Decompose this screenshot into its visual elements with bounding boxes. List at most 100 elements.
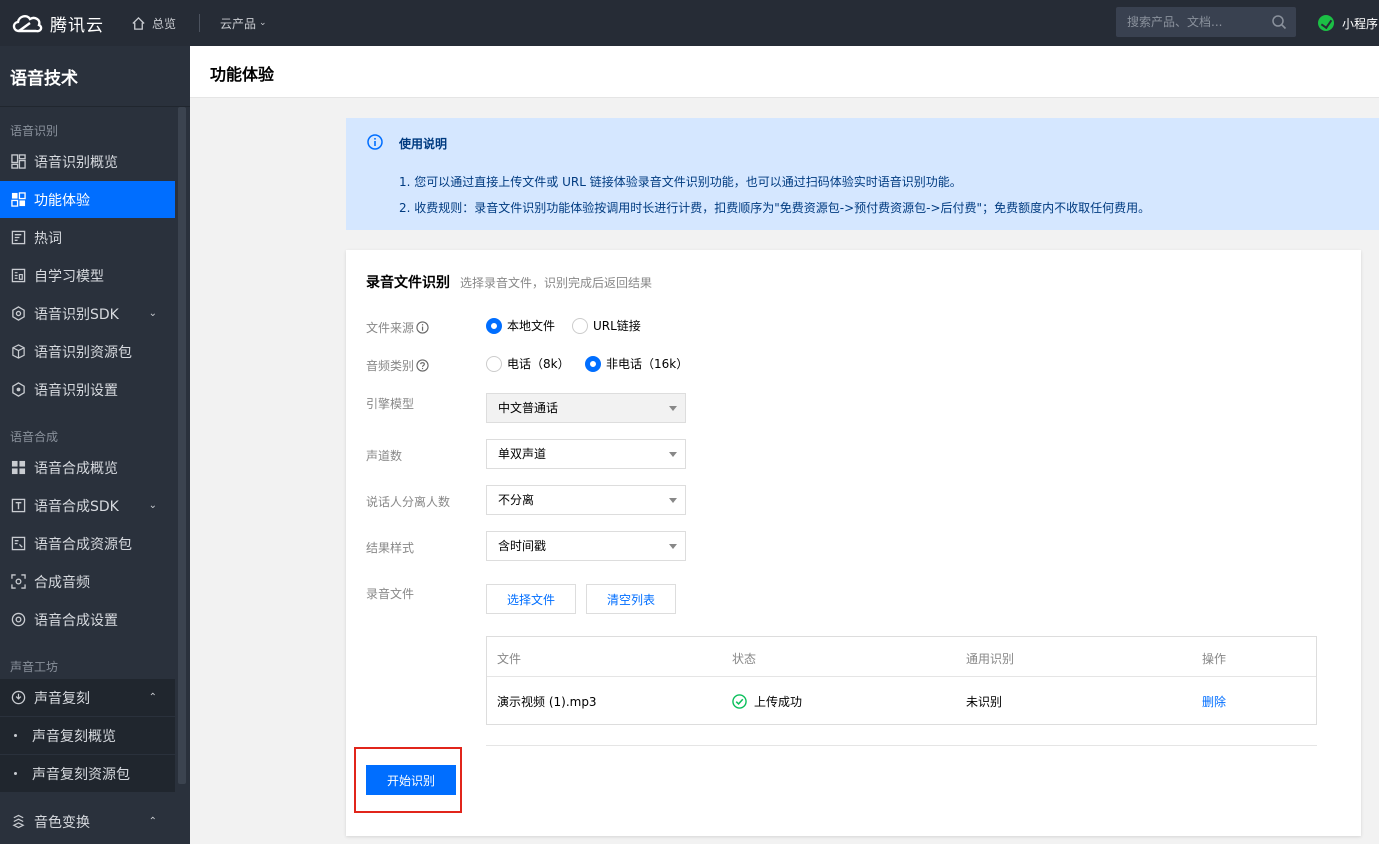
hotword-icon — [10, 230, 26, 246]
radio-phone-8k[interactable]: 电话（8k） — [486, 355, 570, 372]
engine-label: 引擎模型 — [366, 397, 415, 411]
audio-type-label-text: 音频类别 — [366, 359, 415, 373]
nav-products-label: 云产品 — [220, 16, 257, 31]
column-header: 文件 — [497, 652, 522, 666]
notice-line: 2. 收费规则：录音文件识别功能体验按调用时长进行计费，扣费顺序为"免费资源包-… — [399, 201, 1151, 215]
text-sdk-icon — [10, 498, 26, 514]
info-icon[interactable] — [416, 321, 429, 334]
help-icon[interactable] — [416, 359, 429, 372]
choose-file-button[interactable]: 选择文件 — [486, 584, 576, 614]
caret-down-icon — [669, 406, 677, 411]
file-recognition-card: 录音文件识别 选择录音文件，识别完成后返回结果 文件来源 本地文件 URL链接 … — [346, 250, 1361, 836]
sidebar-item-voice-clone-package[interactable]: 声音复刻资源包 — [0, 755, 175, 792]
notice-title: 使用说明 — [399, 137, 448, 151]
sidebar-item-tts-sdk[interactable]: 语音合成SDK ⌄ — [0, 487, 175, 524]
chevron-up-icon: ⌃ — [148, 816, 157, 827]
sidebar-item-label: 合成音频 — [34, 574, 90, 591]
delete-link[interactable]: 删除 — [1202, 693, 1226, 710]
engine-select-value: 中文普通话 — [498, 401, 559, 415]
nav-home[interactable]: 总览 — [131, 0, 176, 46]
sidebar-item-asr-settings[interactable]: 语音识别设置 — [0, 371, 175, 408]
model-icon — [10, 268, 26, 284]
sidebar-item-self-learning-model[interactable]: 自学习模型 — [0, 257, 175, 294]
sidebar-item-label: 功能体验 — [34, 192, 90, 209]
sidebar-item-asr-package[interactable]: 语音识别资源包 — [0, 333, 175, 370]
sidebar-title: 语音技术 — [10, 69, 78, 89]
sidebar-item-feature-demo[interactable]: 功能体验 — [0, 181, 175, 218]
group-label-asr: 语音识别 — [10, 124, 59, 138]
clone-icon — [10, 690, 26, 706]
sidebar-item-label: 语音识别设置 — [34, 382, 118, 399]
sidebar-item-voice-clone[interactable]: 声音复刻 ⌃ — [0, 679, 175, 716]
caret-down-icon — [669, 544, 677, 549]
sidebar-scrollbar[interactable] — [178, 107, 186, 784]
radio-local-file[interactable]: 本地文件 — [486, 317, 555, 334]
brand-logo[interactable]: 腾讯云 — [10, 9, 104, 37]
grid-icon — [10, 192, 26, 208]
result-style-select[interactable]: 含时间戳 — [486, 531, 686, 561]
info-icon — [367, 134, 383, 150]
sidebar-item-voice-change[interactable]: 音色变换 ⌃ — [0, 803, 175, 840]
voice-change-icon — [10, 814, 26, 830]
card-title: 录音文件识别 — [366, 275, 450, 291]
sidebar-item-label: 语音合成SDK — [34, 498, 119, 515]
sidebar-item-tts-package[interactable]: 语音合成资源包 — [0, 525, 175, 562]
radio-unchecked-icon — [486, 355, 502, 372]
radio-non-phone-16k[interactable]: 非电话（16k） — [585, 355, 688, 372]
dashboard-icon — [10, 154, 26, 170]
audio-type-label: 音频类别 — [366, 357, 429, 374]
chevron-down-icon: ⌄ — [148, 308, 157, 319]
package-icon — [10, 536, 26, 552]
search-icon[interactable] — [1271, 14, 1287, 30]
cloud-logo-icon — [12, 14, 43, 33]
sidebar-item-asr-overview[interactable]: 语音识别概览 — [0, 143, 175, 180]
speakers-select-value: 不分离 — [498, 493, 535, 507]
home-icon — [132, 16, 145, 30]
sidebar-item-label: 语音识别SDK — [34, 306, 119, 323]
start-recognition-button[interactable]: 开始识别 — [366, 765, 456, 795]
channels-select-value: 单双声道 — [498, 447, 547, 461]
sidebar-item-label: 语音识别资源包 — [34, 344, 132, 361]
notice-line: 1. 您可以通过直接上传文件或 URL 链接体验录音文件识别功能，也可以通过扫码… — [399, 175, 962, 189]
nav-products[interactable]: 云产品 ⌄ — [220, 0, 267, 46]
speakers-select[interactable]: 不分离 — [486, 485, 686, 515]
success-check-icon — [732, 694, 747, 709]
radio-unchecked-icon — [572, 317, 588, 334]
sidebar-item-tts-audio[interactable]: 合成音频 — [0, 563, 175, 600]
group-label-tts: 语音合成 — [10, 430, 59, 444]
sidebar-item-hotword[interactable]: 热词 — [0, 219, 175, 256]
channels-select[interactable]: 单双声道 — [486, 439, 686, 469]
audio-icon — [10, 574, 26, 590]
engine-select[interactable]: 中文普通话 — [486, 393, 686, 423]
result-style-select-value: 含时间戳 — [498, 539, 547, 553]
row-recognition: 未识别 — [966, 695, 1003, 709]
card-subtitle: 选择录音文件，识别完成后返回结果 — [460, 276, 653, 290]
sidebar-item-tts-settings[interactable]: 语音合成设置 — [0, 601, 175, 638]
miniapp-link[interactable]: 小程序 — [1318, 0, 1378, 46]
sdk-icon — [10, 306, 26, 322]
bullet-icon — [14, 734, 17, 737]
chevron-down-icon: ⌄ — [259, 18, 267, 28]
clear-list-button[interactable]: 清空列表 — [586, 584, 676, 614]
column-header: 状态 — [732, 652, 757, 666]
source-label: 文件来源 — [366, 319, 429, 336]
sidebar-item-label: 自学习模型 — [34, 268, 104, 285]
settings-icon — [10, 382, 26, 398]
radio-checked-icon — [486, 317, 502, 334]
miniapp-icon — [1318, 15, 1334, 31]
radio-url-link[interactable]: URL链接 — [572, 317, 641, 334]
sidebar: 语音技术 语音识别 语音识别概览 功能体验 热词 自学习模型 语音识别SDK ⌄… — [0, 46, 190, 844]
sidebar-item-tts-overview[interactable]: 语音合成概览 — [0, 449, 175, 486]
top-search[interactable] — [1116, 7, 1296, 37]
card-divider — [486, 745, 1317, 746]
sidebar-item-voice-clone-overview[interactable]: 声音复刻概览 — [0, 717, 175, 754]
dashboard-icon — [10, 460, 26, 476]
sidebar-item-asr-sdk[interactable]: 语音识别SDK ⌄ — [0, 295, 175, 332]
nav-divider — [199, 14, 200, 32]
sidebar-item-label: 音色变换 — [34, 814, 90, 831]
sidebar-item-label: 语音合成资源包 — [34, 536, 132, 553]
sidebar-divider — [0, 106, 190, 107]
radio-label: URL链接 — [593, 319, 641, 333]
search-input[interactable] — [1127, 15, 1267, 29]
radio-label: 本地文件 — [507, 319, 556, 333]
